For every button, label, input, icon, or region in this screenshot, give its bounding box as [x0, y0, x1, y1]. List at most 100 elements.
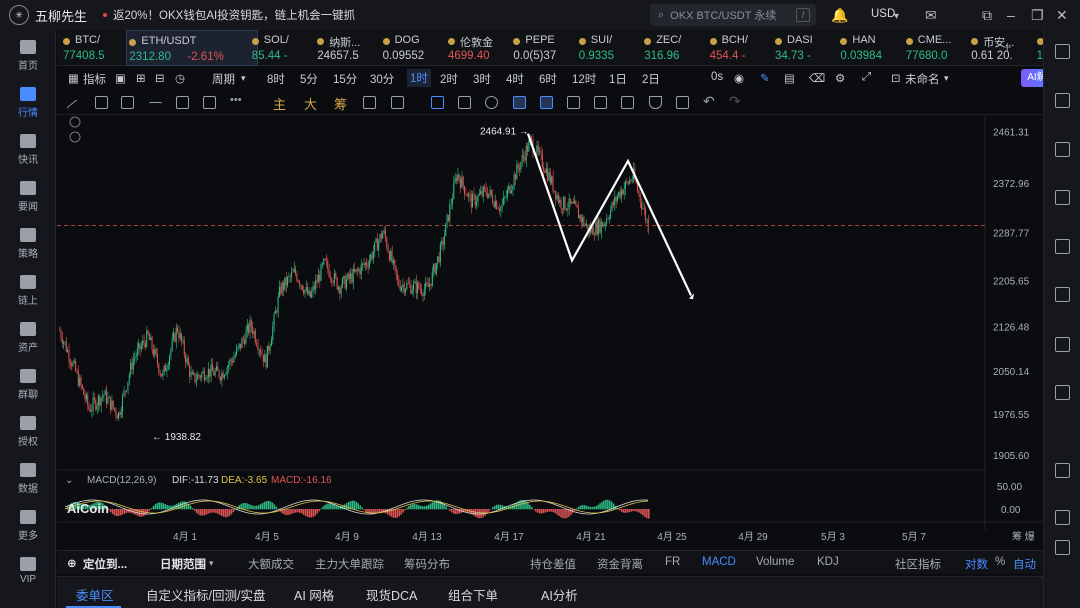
ticker-item[interactable]: ETH/USDT 2312.80 -2.61%: [126, 30, 259, 66]
nav-item[interactable]: 数据: [0, 463, 56, 495]
currency-select[interactable]: USD: [871, 8, 895, 20]
chips-toggle[interactable]: 筹: [334, 94, 347, 113]
timeframe-option[interactable]: 2日: [642, 71, 660, 87]
search-box[interactable]: ⌕ OKX BTC/USDT 永续 /: [650, 4, 816, 26]
nav-item[interactable]: 更多: [0, 510, 56, 542]
chevron-down-icon[interactable]: ▾: [209, 558, 214, 569]
nav-item[interactable]: 策略: [0, 228, 56, 260]
timeframe-option[interactable]: 4时: [506, 71, 524, 87]
indicator-tab[interactable]: 筹码分布: [404, 556, 450, 572]
nav-item[interactable]: 群聊: [0, 369, 56, 401]
side-panel-icon[interactable]: [1055, 385, 1070, 400]
macd-collapse-icon[interactable]: ⌄: [65, 475, 73, 486]
magnet-icon[interactable]: [431, 96, 444, 109]
footer-tab[interactable]: 委单区: [76, 585, 114, 604]
ticker-item[interactable]: 伦敦金 4699.40: [446, 30, 509, 66]
ticker-item[interactable]: SOL/85.44 -: [250, 30, 313, 66]
indicator-tab[interactable]: 持仓差值: [530, 556, 576, 572]
ticker-item[interactable]: SUI/0.9335: [577, 30, 640, 66]
timeframe-option[interactable]: 30分: [370, 71, 394, 87]
footer-tab[interactable]: 自定义指标/回测/实盘: [146, 585, 265, 604]
ticker-item[interactable]: PEPE 0.0(5)37: [511, 30, 574, 66]
close-icon[interactable]: ✕: [1056, 7, 1068, 23]
compare-icon[interactable]: ⊞: [136, 71, 146, 85]
log-scale-toggle[interactable]: 对数: [965, 556, 988, 572]
link-icon[interactable]: [621, 96, 634, 109]
ticker-item[interactable]: 币安... 0.61 20.: [969, 30, 1032, 66]
period-button[interactable]: 周期: [212, 71, 235, 87]
fullscreen-icon[interactable]: ⤢: [862, 71, 871, 84]
alert-icon[interactable]: ◷: [175, 71, 185, 85]
chevron-down-icon[interactable]: ▾: [894, 9, 899, 25]
side-panel-icon[interactable]: [1055, 239, 1070, 254]
unnamed-layout[interactable]: 未命名: [905, 71, 940, 87]
side-panel-icon[interactable]: [1055, 93, 1070, 108]
bell-icon[interactable]: 🔔: [831, 7, 848, 23]
indicator-tab[interactable]: Volume: [756, 556, 794, 568]
timeframe-option[interactable]: 1日: [609, 71, 627, 87]
zero-s[interactable]: 0s: [711, 71, 723, 83]
template-icon[interactable]: ⊟: [155, 71, 165, 85]
indicator-tab[interactable]: FR: [665, 556, 680, 568]
percent-toggle[interactable]: %: [995, 556, 1005, 568]
nav-item[interactable]: VIP: [0, 557, 56, 585]
auto-scale-toggle[interactable]: 自动: [1013, 556, 1036, 572]
brush-icon[interactable]: [203, 96, 216, 109]
ticker-item[interactable]: DOG 0.09552: [381, 30, 444, 66]
minimize-icon[interactable]: –: [1007, 7, 1015, 23]
more-icon[interactable]: •••: [230, 94, 243, 107]
redo-icon[interactable]: ↷: [729, 93, 742, 109]
zoom-icon[interactable]: [485, 96, 498, 109]
pen-icon[interactable]: ✎: [760, 71, 770, 85]
camera-icon[interactable]: ◉: [734, 71, 744, 85]
horizontal-line-icon[interactable]: [149, 102, 162, 115]
side-panel-icon[interactable]: [1055, 190, 1070, 205]
community-indicator-button[interactable]: 社区指标: [895, 556, 941, 572]
add-ticker-icon[interactable]: +: [1003, 39, 1012, 56]
ticker-item[interactable]: CME... 77680.0: [904, 30, 967, 66]
footer-tab[interactable]: AI 网格: [294, 585, 334, 604]
lock-icon[interactable]: [567, 96, 580, 109]
nav-item[interactable]: 资产: [0, 322, 56, 354]
footer-tab[interactable]: 组合下单: [448, 585, 498, 604]
side-panel-icon[interactable]: [1055, 44, 1070, 59]
snapshot-icon[interactable]: ⊡: [891, 71, 901, 85]
locate-button[interactable]: 定位到...: [83, 556, 127, 572]
timeframe-option[interactable]: 15分: [333, 71, 357, 87]
indicator-tab[interactable]: MACD: [702, 556, 736, 568]
timeframe-option[interactable]: 2时: [440, 71, 458, 87]
nav-item[interactable]: 授权: [0, 416, 56, 448]
hline-icon[interactable]: [95, 96, 108, 109]
delete-icon[interactable]: [676, 96, 689, 109]
indicator-button[interactable]: 指标: [83, 71, 106, 87]
side-panel-icon[interactable]: [1055, 142, 1070, 157]
big-order-toggle[interactable]: 大: [304, 94, 317, 113]
ticker-item[interactable]: DASI 34.73 -: [773, 30, 836, 66]
grid-icon[interactable]: ▦: [68, 71, 79, 85]
timeframe-option[interactable]: 6时: [539, 71, 557, 87]
eye-icon[interactable]: [594, 96, 607, 109]
price-chart[interactable]: 2461.31 2372.96 2287.77 2205.65 2126.48 2050.…: [57, 115, 1043, 550]
draw-mode-icon[interactable]: [513, 96, 526, 109]
nav-item[interactable]: 快讯: [0, 134, 56, 166]
ticker-item[interactable]: BTC/77408.5: [61, 30, 124, 66]
side-panel-icon[interactable]: [1055, 287, 1070, 302]
indicator-tab[interactable]: 主力大单跟踪: [315, 556, 384, 572]
nav-item[interactable]: 链上: [0, 275, 56, 307]
parallel-icon[interactable]: [121, 96, 134, 109]
trash-icon[interactable]: ⌫: [809, 71, 825, 85]
footer-tab[interactable]: 现货DCA: [366, 585, 417, 604]
footer-tab[interactable]: AI分析: [541, 585, 578, 604]
date-range-button[interactable]: 日期范围: [160, 556, 206, 572]
locate-icon[interactable]: ⊕: [67, 556, 77, 570]
side-panel-icon[interactable]: [1055, 510, 1070, 525]
ticker-item[interactable]: 纳斯... 24657.5: [315, 30, 378, 66]
ruler-icon[interactable]: [458, 96, 471, 109]
promo-banner[interactable]: 返20%！OKX钱包AI投资钥匙，链上机会一键抓: [113, 7, 355, 23]
chevron-down-icon[interactable]: ▾: [241, 73, 246, 84]
timeframe-option[interactable]: 3时: [473, 71, 491, 87]
layout-icon[interactable]: ▣: [115, 71, 126, 85]
nav-item[interactable]: 行情: [0, 87, 56, 119]
maximize-icon[interactable]: ❐: [1031, 7, 1044, 23]
undo-icon[interactable]: ↶: [703, 93, 716, 109]
